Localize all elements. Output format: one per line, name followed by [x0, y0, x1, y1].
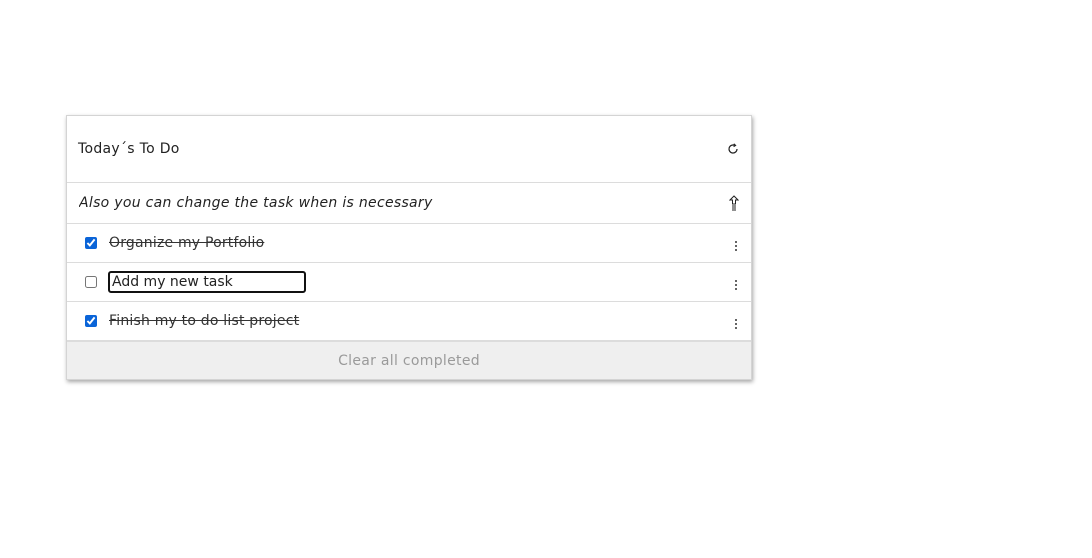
task-checkbox[interactable] [85, 237, 97, 249]
clear-completed-button[interactable]: Clear all completed [67, 341, 751, 379]
add-task-input[interactable] [79, 195, 679, 211]
task-edit-input[interactable] [108, 271, 306, 293]
task-item: Organize my Portfolio [67, 224, 751, 263]
todo-card: Today´s To Do Organize my Portfolio [66, 115, 752, 380]
task-label[interactable]: Organize my Portfolio [109, 235, 264, 251]
task-label[interactable]: Finish my to do list project [109, 313, 299, 329]
todo-header: Today´s To Do [67, 116, 751, 183]
task-item [67, 263, 751, 302]
enter-icon[interactable] [727, 194, 741, 212]
task-checkbox[interactable] [85, 315, 97, 327]
task-item: Finish my to do list project [67, 302, 751, 341]
task-checkbox[interactable] [85, 276, 97, 288]
page-title: Today´s To Do [78, 141, 180, 157]
more-options-icon[interactable] [734, 317, 738, 331]
more-options-icon[interactable] [734, 278, 738, 292]
more-options-icon[interactable] [734, 239, 738, 253]
add-task-row [67, 183, 751, 224]
refresh-icon[interactable] [725, 141, 741, 157]
